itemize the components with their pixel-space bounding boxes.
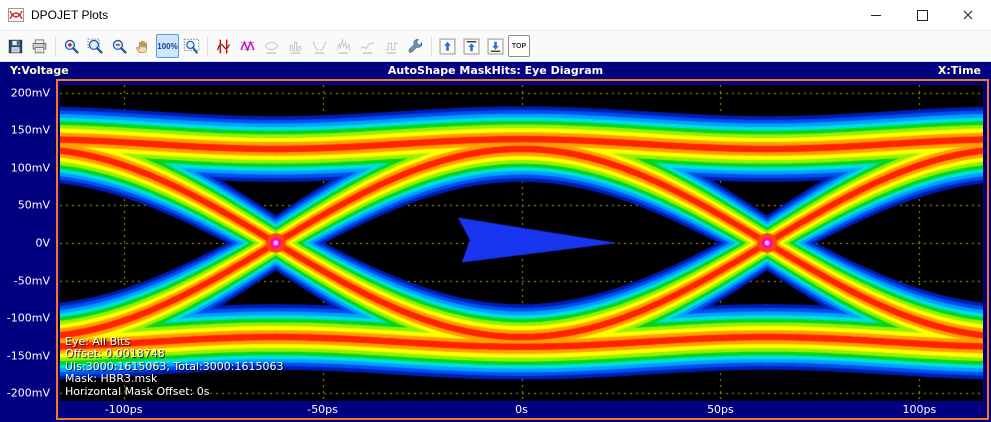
y-axis-title: Y:Voltage [10,64,69,77]
zoom-box-icon [87,38,104,55]
close-icon [963,10,973,20]
zoom-in-icon [63,38,80,55]
plot-tool-4-button[interactable] [332,34,355,58]
title-bar: DPOJET Plots [0,0,991,31]
floppy-icon [7,38,24,55]
y-tick-label: -100mV [7,312,50,325]
always-on-top-button[interactable]: TOP [508,35,530,57]
toolbar-separator [52,36,59,56]
tool-bathtub-icon [311,38,328,55]
cursors-h-icon [239,38,256,55]
toolbar-separator [428,36,435,56]
zoom-out-button[interactable] [108,34,131,58]
plot-header: Y:Voltage AutoShape MaskHits: Eye Diagra… [0,62,991,79]
plot-frame: Eye: All BitsOffset: 0.0018748UIs:3000:1… [56,79,989,420]
x-tick-label: 100ps [902,403,936,416]
plot-tool-5-button[interactable] [356,34,379,58]
annotation-line: Horizontal Mask Offset: 0s [65,386,284,399]
printer-icon [31,38,48,55]
maximize-icon [917,10,928,21]
minimize-icon [871,15,881,16]
zoom-100-label: 100% [157,42,177,51]
wrench-icon [407,38,424,55]
plot-tool-1-button[interactable] [260,34,283,58]
box-top-icon [463,38,480,55]
y-tick-label: -200mV [7,387,50,400]
tool-step-icon [383,38,400,55]
window-title: DPOJET Plots [31,8,108,22]
always-on-top-label: TOP [512,42,526,51]
y-tick-label: -150mV [7,349,50,362]
y-tick-label: 200mV [11,86,50,99]
x-tick-label: 0s [515,403,528,416]
window-to-top-button[interactable] [460,34,483,58]
tool-trend-icon [359,38,376,55]
plot-tool-2-button[interactable] [284,34,307,58]
window-to-bottom-button[interactable] [484,34,507,58]
close-button[interactable] [945,0,991,30]
plot-title: AutoShape MaskHits: Eye Diagram [388,64,603,77]
x-tick-label: -100ps [105,403,143,416]
toolbar-separator [204,36,211,56]
horizontal-cursors-button[interactable] [236,34,259,58]
plot-tool-6-button[interactable] [380,34,403,58]
save-button[interactable] [4,34,27,58]
window-restore-button[interactable] [436,34,459,58]
zoom-box-button[interactable] [84,34,107,58]
plot-panel: Y:Voltage AutoShape MaskHits: Eye Diagra… [0,62,991,422]
toolbar: 100% TOP [0,31,991,62]
zoom-out-icon [111,38,128,55]
tool-eye-icon [263,38,280,55]
box-bottom-icon [487,38,504,55]
minimize-button[interactable] [853,0,899,30]
zoom-fit-button[interactable] [180,34,203,58]
maximize-button[interactable] [899,0,945,30]
app-icon [8,7,24,23]
annotation-line: Offset: 0.0018748 [65,348,284,361]
annotation-line: Mask: HBR3.msk [65,373,284,386]
print-button[interactable] [28,34,51,58]
x-tick-label: -50ps [307,403,338,416]
vertical-cursors-button[interactable] [212,34,235,58]
zoom-100-button[interactable]: 100% [156,34,179,58]
zoom-in-button[interactable] [60,34,83,58]
y-tick-label: 150mV [11,124,50,137]
box-up-icon [439,38,456,55]
plot-tool-3-button[interactable] [308,34,331,58]
x-axis-title: X:Time [938,64,981,77]
eye-diagram-area: Eye: All BitsOffset: 0.0018748UIs:3000:1… [60,85,983,401]
pan-button[interactable] [132,34,155,58]
y-axis-labels: 200mV 150mV 100mV 50mV 0V -50mV -100mV -150mV -2… [0,79,56,422]
dpojet-plots-window: DPOJET Plots 100% TOP Y:Voltage AutoShape… [0,0,991,422]
y-tick-label: 0V [35,237,50,250]
y-tick-label: 100mV [11,161,50,174]
y-tick-label: -50mV [14,274,50,287]
hand-icon [135,38,152,55]
plot-annotations: Eye: All BitsOffset: 0.0018748UIs:3000:1… [65,336,284,399]
x-axis-labels: -100ps -50ps 0s 50ps 100ps [58,401,987,418]
zoom-fit-icon [183,38,200,55]
cursors-v-icon [215,38,232,55]
configure-button[interactable] [404,34,427,58]
tool-hist-icon [287,38,304,55]
window-controls [853,0,991,30]
tool-spectrum-icon [335,38,352,55]
plot-body: 200mV 150mV 100mV 50mV 0V -50mV -100mV -150mV -2… [0,79,991,422]
x-tick-label: 50ps [707,403,734,416]
y-tick-label: 50mV [18,199,50,212]
